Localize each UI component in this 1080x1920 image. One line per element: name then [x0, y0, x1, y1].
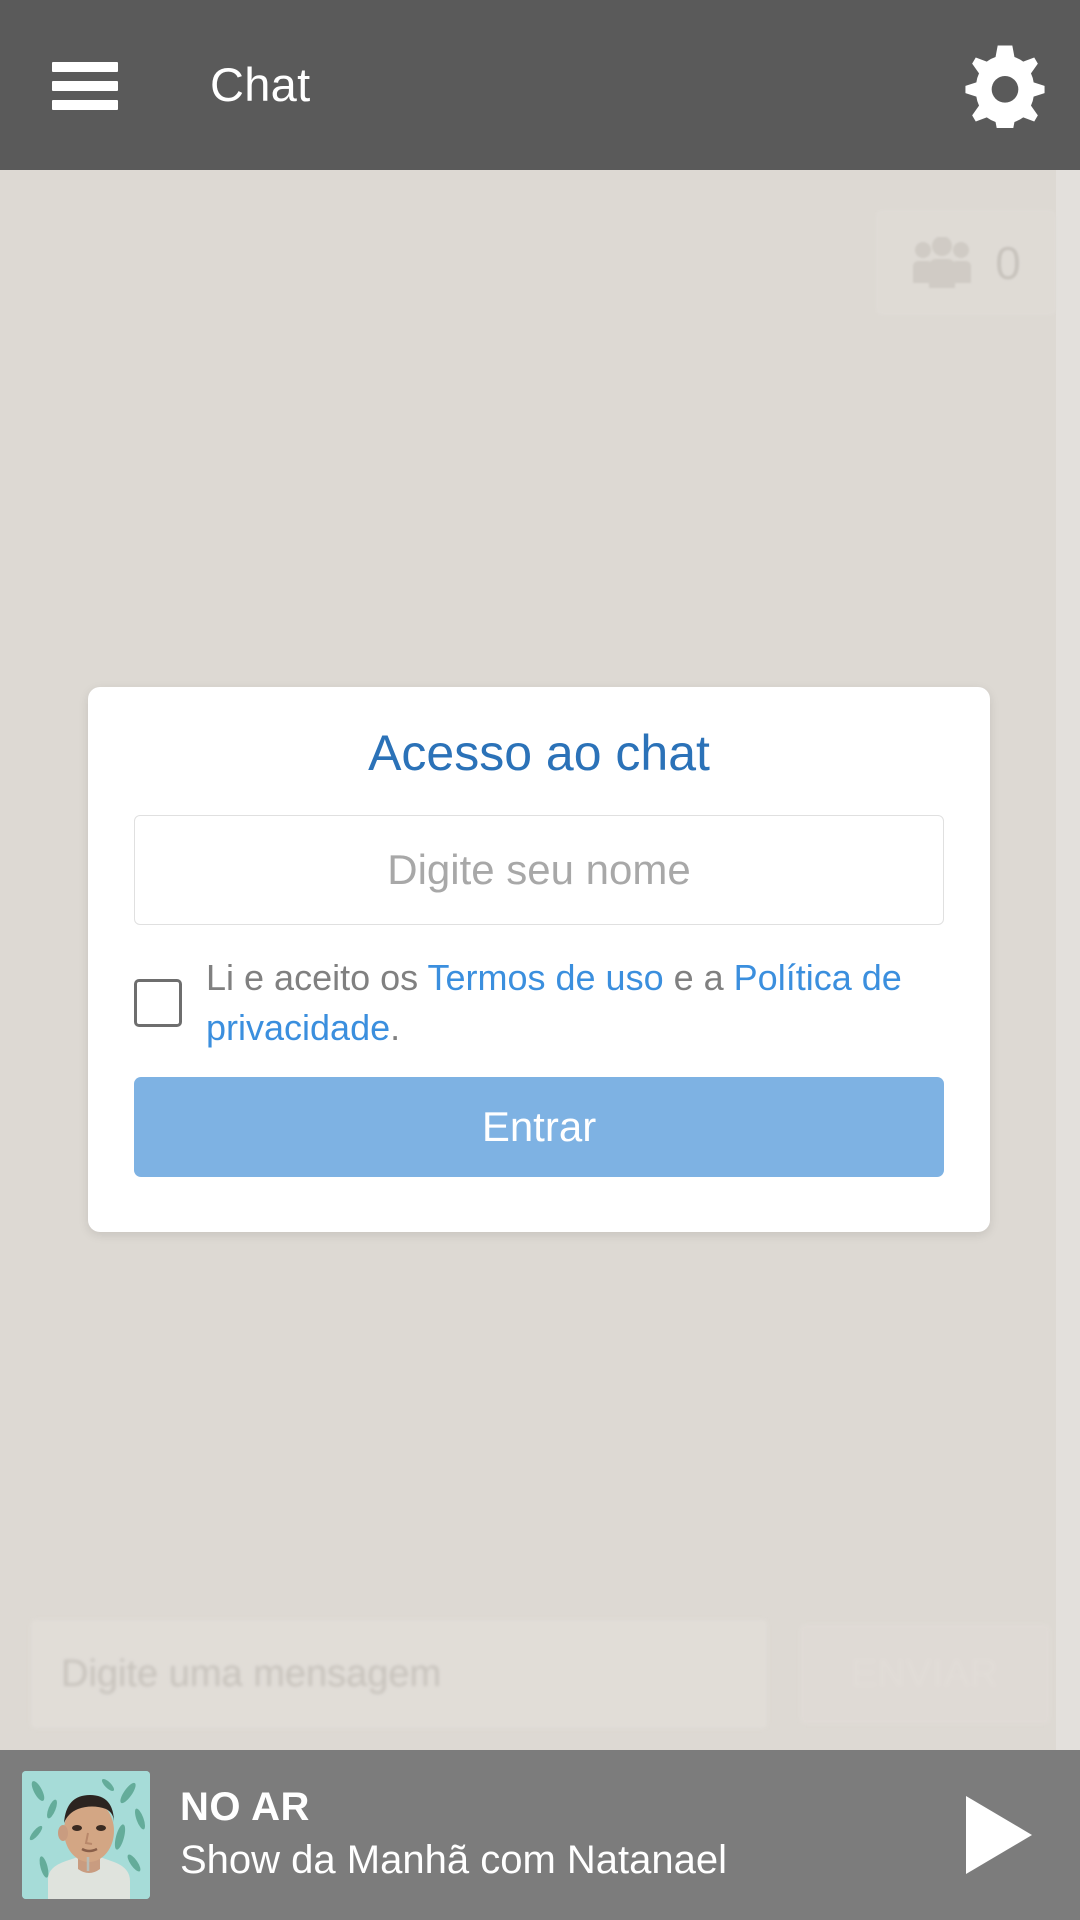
users-online-count: 0	[995, 236, 1021, 289]
send-button[interactable]: ENVIAR	[800, 1624, 1050, 1724]
show-title: Show da Manhã com Natanael	[180, 1838, 727, 1882]
hamburger-bar	[52, 62, 118, 72]
terms-of-use-link[interactable]: Termos de uso	[427, 957, 663, 998]
terms-middle: e a	[663, 957, 734, 998]
users-online-badge: 0	[876, 210, 1056, 315]
hamburger-menu-icon[interactable]	[52, 62, 118, 110]
app-header: Chat	[0, 0, 1080, 170]
live-badge: NO AR	[180, 1785, 310, 1829]
terms-acceptance-row: Li e aceito os Termos de uso e a Polític…	[134, 953, 944, 1053]
radio-player-bar: NO AR Show da Manhã com Natanael	[0, 1750, 1080, 1920]
player-thumbnail	[22, 1771, 150, 1899]
terms-text: Li e aceito os Termos de uso e a Polític…	[206, 953, 936, 1053]
player-info: NO AR Show da Manhã com Natanael	[180, 1782, 962, 1888]
hamburger-bar	[52, 100, 118, 110]
terms-prefix: Li e aceito os	[206, 957, 428, 998]
hamburger-bar	[52, 81, 118, 91]
message-composer: Digite uma mensagem ENVIAR	[0, 1610, 1080, 1738]
play-button[interactable]	[962, 1794, 1034, 1876]
scrollbar-track[interactable]	[1056, 170, 1080, 1750]
name-input[interactable]	[134, 815, 944, 925]
modal-title: Acesso ao chat	[368, 725, 710, 781]
people-group-icon	[913, 236, 972, 288]
page-title: Chat	[210, 58, 311, 111]
gear-icon[interactable]	[962, 42, 1048, 128]
enter-chat-button[interactable]: Entrar	[134, 1077, 944, 1177]
chat-access-modal: Acesso ao chat Li e aceito os Termos de …	[88, 687, 990, 1232]
terms-suffix: .	[390, 1007, 401, 1048]
message-input[interactable]: Digite uma mensagem	[30, 1619, 768, 1729]
chat-app-screen: Chat 0 Digite uma mensagem ENVIAR Acesso…	[0, 0, 1080, 1920]
terms-checkbox[interactable]	[134, 979, 182, 1027]
